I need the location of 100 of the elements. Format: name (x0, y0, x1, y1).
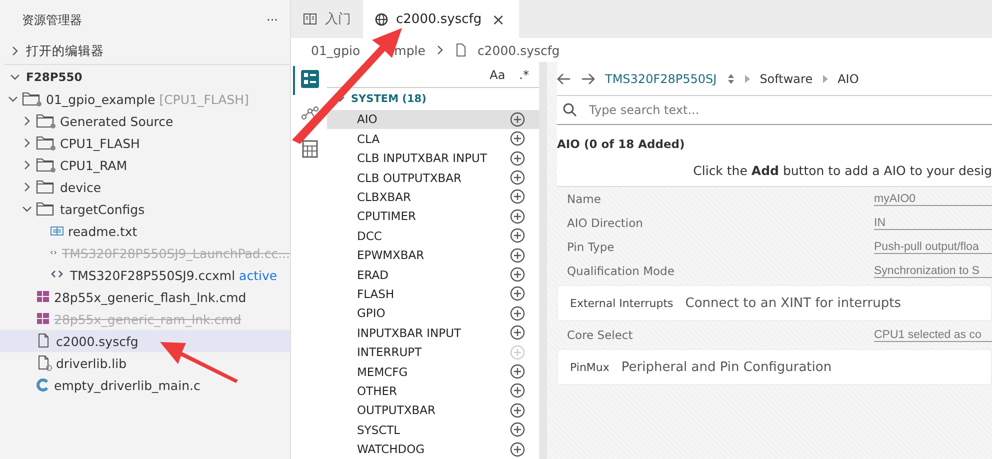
field-label: Core Select (567, 328, 633, 342)
tree-row[interactable]: 28p55x_generic_flash_lnk.cmd (0, 286, 290, 308)
add-icon[interactable] (510, 208, 525, 224)
module-item[interactable]: SYSCTL (327, 420, 539, 440)
tree-row[interactable]: device (0, 176, 290, 198)
module-item[interactable]: GPIO (327, 304, 539, 324)
add-icon[interactable] (510, 383, 525, 398)
module-item[interactable]: WATCHDOG (327, 440, 539, 459)
chevron-right-icon[interactable] (22, 182, 32, 192)
module-item[interactable]: OTHER (327, 381, 539, 401)
group-header[interactable]: SYSTEM (18) (351, 92, 426, 105)
tree-row[interactable]: CPU1_RAM (0, 154, 290, 176)
module-item[interactable]: OUTPUTXBAR (327, 400, 539, 420)
add-icon[interactable] (510, 189, 525, 204)
add-icon[interactable] (510, 364, 525, 380)
module-item[interactable]: DCC (327, 226, 539, 246)
tree-item-label: 28p55x_generic_flash_lnk.cmd (54, 290, 246, 304)
chevron-right-icon[interactable] (10, 46, 20, 56)
add-icon[interactable] (510, 267, 525, 282)
module-item[interactable]: CLA (327, 129, 539, 148)
breadcrumb-item[interactable]: c2000.syscfg (477, 42, 560, 58)
add-icon[interactable] (510, 422, 525, 438)
module-item[interactable]: MEMCFG (327, 362, 539, 382)
back-arrow-icon[interactable] (557, 72, 571, 84)
windows-logo-icon (36, 290, 50, 304)
editor-tab[interactable]: c2000.syscfg × (363, 0, 519, 38)
module-item[interactable]: INPUTXBAR INPUT (327, 323, 539, 342)
close-tab-button[interactable]: × (490, 10, 507, 28)
filter-toggle[interactable]: Aa (490, 68, 506, 82)
tree-row[interactable]: driverlib.lib (0, 352, 290, 374)
search-input[interactable]: Type search text... (587, 102, 986, 118)
caret-icon (744, 74, 750, 82)
chevron-down-icon[interactable] (10, 72, 20, 82)
search-icon (563, 103, 577, 117)
module-item[interactable]: CLBXBAR (327, 187, 539, 207)
calculator-icon (301, 140, 319, 158)
tree-item-label: TMS320F28P550SJ9_LaunchPad.cc... (62, 246, 290, 260)
module-item[interactable]: EPWMXBAR (327, 245, 539, 265)
breadcrumb-item[interactable]: mple (394, 42, 426, 58)
module-item[interactable]: CLB OUTPUTXBAR (327, 168, 539, 188)
add-icon[interactable] (510, 228, 525, 244)
chevron-down-icon[interactable] (22, 204, 32, 214)
add-icon[interactable] (510, 112, 525, 127)
field-value[interactable]: IN (874, 216, 992, 230)
section-heading: AIO (0 of 18 Added) (557, 125, 992, 159)
add-icon[interactable] (510, 306, 525, 321)
file-icon (36, 355, 52, 371)
tree-row[interactable]: 01_gpio_example [CPU1_FLASH] (0, 88, 290, 110)
add-icon[interactable] (510, 286, 525, 302)
tree-row[interactable]: readme.txt (0, 220, 290, 242)
field-value[interactable]: myAIO0 (874, 192, 992, 206)
tree-row[interactable]: TMS320F28P550SJ9.ccxml active (0, 264, 290, 286)
module-item[interactable]: AIO (327, 110, 539, 129)
add-icon[interactable] (510, 248, 525, 263)
section-header[interactable]: F28P550 (26, 70, 82, 84)
file-icon (455, 43, 468, 57)
tree-item-label: driverlib.lib (56, 356, 127, 370)
windows-logo-icon (36, 312, 50, 326)
tree-row[interactable]: empty_driverlib_main.c (0, 374, 290, 396)
c-file-icon (36, 378, 50, 392)
path-item[interactable]: AIO (838, 72, 859, 86)
module-item[interactable]: CPUTIMER (327, 206, 539, 226)
field-value[interactable]: CPU1 selected as co (874, 328, 992, 342)
search-field[interactable]: Type search text... (557, 96, 992, 125)
breadcrumb-item[interactable]: 01_gpio (311, 42, 360, 58)
forward-arrow-icon[interactable] (581, 72, 595, 84)
chevron-right-icon[interactable] (22, 116, 32, 126)
chevron-right-icon[interactable] (22, 138, 32, 148)
tree-row[interactable]: c2000.syscfg (0, 330, 290, 352)
device-selector[interactable]: TMS320F28P550SJ (605, 72, 717, 86)
config-card[interactable]: PinMux Peripheral and Pin Configuration (557, 349, 992, 385)
editor-tab[interactable]: 入门 (291, 0, 363, 38)
section-header[interactable]: 打开的编辑器 (26, 42, 104, 60)
add-icon[interactable] (510, 150, 525, 166)
filter-toggle[interactable]: .* (519, 68, 529, 82)
chevron-down-icon[interactable] (8, 94, 18, 104)
field-value[interactable]: Synchronization to S (874, 264, 992, 278)
module-item[interactable]: ERAD (327, 264, 539, 284)
tree-item-label: device (60, 180, 102, 194)
add-icon[interactable] (510, 170, 525, 186)
more-actions-button[interactable]: ··· (266, 13, 278, 27)
field-value[interactable]: Push-pull output/floa (874, 240, 992, 254)
tree-row[interactable]: Generated Source (0, 110, 290, 132)
add-icon[interactable] (510, 402, 525, 418)
module-item[interactable]: FLASH (327, 284, 539, 304)
module-item[interactable]: CLB INPUTXBAR INPUT (327, 148, 539, 168)
config-card[interactable]: External Interrupts Connect to an XINT for interrupts (557, 285, 992, 321)
field-label: AIO Direction (567, 216, 643, 230)
chevron-right-icon[interactable] (22, 160, 32, 170)
path-item[interactable]: Software (760, 72, 813, 86)
tree-row[interactable]: CPU1_FLASH (0, 132, 290, 154)
add-icon[interactable] (510, 325, 525, 340)
add-icon[interactable] (510, 131, 525, 146)
globe-icon (375, 12, 388, 26)
tree-row[interactable]: targetConfigs (0, 198, 290, 220)
chevron-right-icon[interactable] (435, 45, 446, 55)
tree-item-label: 28p55x_generic_ram_lnk.cmd (54, 312, 242, 326)
add-icon[interactable] (510, 442, 525, 457)
sort-icon[interactable] (726, 72, 735, 84)
tree-item-label: CPU1_FLASH (60, 136, 140, 150)
